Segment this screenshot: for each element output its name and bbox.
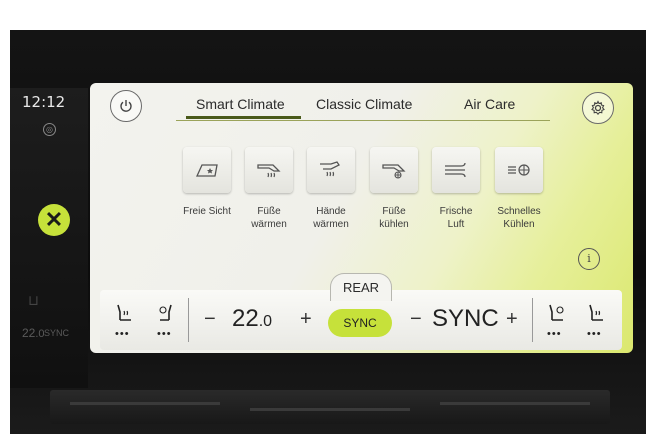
seat-heat-icon (589, 304, 603, 321)
seat-vent-icon (159, 304, 172, 321)
sync-button[interactable]: SYNC (328, 309, 392, 337)
power-icon (120, 100, 132, 112)
rear-climate-tab[interactable]: REAR (330, 273, 392, 301)
divider (188, 298, 189, 342)
tab-classic-climate[interactable]: Classic Climate (316, 96, 412, 112)
schnelles-kuehlen-label: Schnelles Kühlen (497, 206, 541, 230)
climate-tabs: Smart Climate Classic Climate Air Care (176, 93, 550, 121)
feet-cool-icon (382, 164, 406, 179)
globe-icon: ◎ (43, 123, 56, 136)
seat-heat-icon (117, 304, 131, 321)
hands-warm-icon (320, 161, 340, 177)
fuesse-waermen-button[interactable] (245, 147, 293, 193)
temp-decrease-button[interactable]: − (204, 308, 216, 331)
fuesse-kuehlen-button[interactable] (370, 147, 418, 193)
freie-sicht-button[interactable] (183, 147, 231, 193)
side-temperature: 22.0 (22, 326, 45, 340)
passenger-temperature-sync: SYNC (432, 305, 499, 332)
seat-heat-left-button[interactable]: ••• (114, 302, 136, 340)
side-sync-label: SYNC (44, 328, 70, 338)
dashboard-edge (10, 430, 646, 434)
info-button[interactable]: i (578, 248, 600, 270)
haende-waermen-button[interactable] (307, 147, 355, 193)
settings-button[interactable] (582, 92, 614, 124)
air-vents (50, 390, 610, 424)
passenger-temp-decrease-button[interactable]: − (410, 308, 422, 331)
seat-vent-right-button[interactable]: ••• (546, 302, 568, 340)
passenger-temp-increase-button[interactable]: + (506, 308, 518, 331)
temp-increase-button[interactable]: + (300, 308, 312, 331)
schnelles-kuehlen-button[interactable] (495, 147, 543, 193)
info-icon: i (587, 252, 591, 265)
feet-warm-icon (257, 164, 281, 178)
divider (532, 298, 533, 342)
frische-luft-label: Frische Luft (439, 206, 473, 230)
seat-vent-icon (549, 304, 564, 321)
clock-time: 12:12 (22, 93, 66, 111)
seat-heat-icon: ⊔ (28, 292, 39, 308)
fresh-air-icon (445, 162, 466, 178)
driver-temperature: 22.0 (232, 305, 273, 332)
seat-vent-left-button[interactable]: ••• (156, 302, 178, 340)
haende-waermen-label: Hände wärmen (313, 206, 349, 230)
tab-smart-climate[interactable]: Smart Climate (186, 96, 301, 119)
close-icon[interactable]: ✕ (38, 204, 70, 236)
seat-heat-right-button[interactable]: ••• (586, 302, 608, 340)
power-button[interactable] (110, 90, 142, 122)
fast-cool-icon (508, 164, 530, 176)
windshield-defrost-icon (195, 164, 218, 177)
tab-air-care[interactable]: Air Care (464, 96, 515, 112)
gear-icon (591, 100, 605, 116)
frische-luft-button[interactable] (432, 147, 480, 193)
